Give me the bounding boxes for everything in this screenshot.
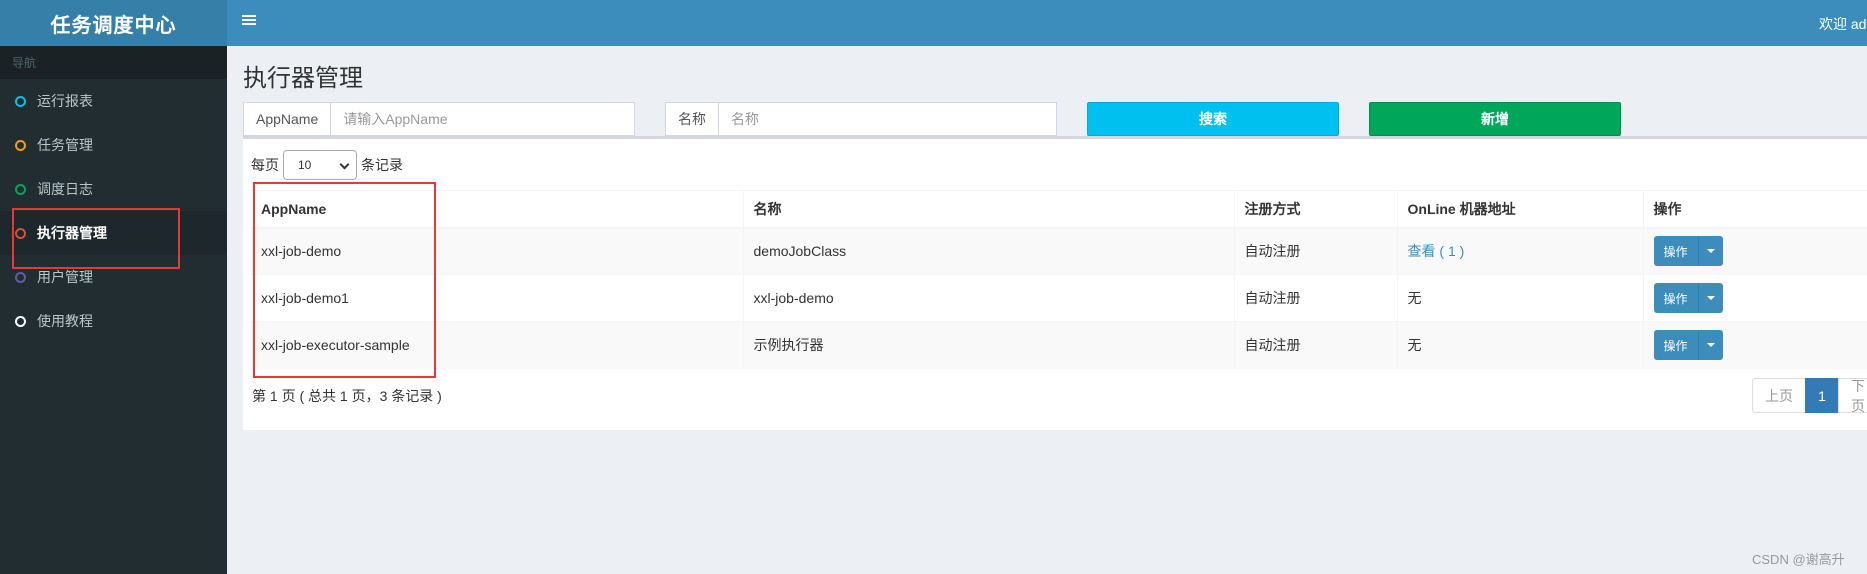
- operation-dropdown[interactable]: 操作: [1653, 283, 1723, 313]
- sidebar-item-logs[interactable]: 调度日志: [0, 167, 227, 211]
- circle-icon: [15, 95, 26, 107]
- highlight-box-nav: [12, 208, 180, 269]
- highlight-box-appname-column: [253, 182, 436, 378]
- name-input[interactable]: [719, 103, 1056, 135]
- col-name[interactable]: 名称: [742, 190, 1234, 229]
- cell-register-type: 自动注册: [1233, 227, 1397, 275]
- top-navbar: 欢迎 adı: [227, 0, 1867, 46]
- page-length: 每页 10 条记录: [251, 150, 403, 180]
- pagination: 上页 1 下页: [1752, 378, 1867, 413]
- cell-online: 无: [1396, 321, 1643, 369]
- appname-input[interactable]: [331, 103, 634, 135]
- length-select[interactable]: 10: [283, 150, 357, 180]
- circle-icon: [15, 315, 26, 327]
- sidebar-item-label: 调度日志: [37, 181, 93, 197]
- table-row: xxl-job-demo demoJobClass 自动注册 查看 ( 1 ) …: [251, 227, 1867, 275]
- table-header-row: AppName 名称 注册方式 OnLine 机器地址 操作: [251, 190, 1867, 229]
- welcome-user[interactable]: 欢迎 adı: [1819, 14, 1867, 34]
- sidebar-item-label: 用户管理: [37, 269, 93, 285]
- name-label: 名称: [666, 103, 719, 135]
- cell-register-type: 自动注册: [1233, 321, 1397, 369]
- operation-dropdown[interactable]: 操作: [1653, 236, 1723, 267]
- appname-label: AppName: [244, 103, 332, 135]
- cell-operation: 操作: [1642, 321, 1867, 369]
- search-button[interactable]: 搜索: [1087, 102, 1339, 136]
- length-prefix: 每页: [251, 157, 279, 173]
- caret-down-icon[interactable]: [1698, 283, 1723, 313]
- length-value: 10: [298, 158, 312, 172]
- cell-name: demoJobClass: [742, 227, 1234, 275]
- nav-header: 导航: [0, 46, 227, 79]
- sidebar: 任务调度中心 导航 运行报表 任务管理 调度日志 执行器管理 用户管理 使用教程: [0, 0, 227, 574]
- menu-toggle-icon[interactable]: [242, 13, 256, 27]
- sidebar-item-label: 任务管理: [37, 137, 93, 153]
- cell-operation: 操作: [1642, 274, 1867, 322]
- table-info: 第 1 页 ( 总共 1 页，3 条记录 ): [252, 388, 442, 404]
- name-filter: 名称: [665, 102, 1057, 136]
- sidebar-item-label: 运行报表: [37, 93, 93, 109]
- page-title: 执行器管理: [243, 65, 363, 92]
- length-suffix: 条记录: [361, 157, 403, 173]
- operation-dropdown[interactable]: 操作: [1653, 330, 1723, 361]
- cell-name: xxl-job-demo: [742, 274, 1234, 322]
- add-button[interactable]: 新增: [1369, 102, 1621, 136]
- view-online-link[interactable]: 查看 ( 1 ): [1408, 243, 1465, 259]
- operation-button[interactable]: 操作: [1653, 283, 1699, 313]
- prev-page-button[interactable]: 上页: [1752, 378, 1806, 413]
- next-page-button[interactable]: 下页: [1838, 378, 1867, 413]
- sidebar-item-report[interactable]: 运行报表: [0, 79, 227, 123]
- sidebar-item-help[interactable]: 使用教程: [0, 299, 227, 343]
- cell-online: 无: [1396, 274, 1643, 322]
- cell-operation: 操作: [1642, 227, 1867, 275]
- sidebar-item-jobs[interactable]: 任务管理: [0, 123, 227, 167]
- cell-name: 示例执行器: [742, 321, 1234, 369]
- cell-online: 查看 ( 1 ): [1396, 227, 1643, 275]
- brand-title[interactable]: 任务调度中心: [0, 0, 227, 46]
- circle-icon: [15, 139, 26, 151]
- caret-down-icon[interactable]: [1698, 330, 1723, 361]
- operation-button[interactable]: 操作: [1653, 330, 1699, 361]
- circle-icon: [15, 271, 26, 283]
- circle-icon: [15, 183, 26, 195]
- col-register-type[interactable]: 注册方式: [1233, 190, 1397, 229]
- appname-filter: AppName: [243, 102, 635, 136]
- current-page-button[interactable]: 1: [1805, 378, 1839, 413]
- caret-down-icon[interactable]: [1698, 236, 1723, 267]
- table-row: xxl-job-executor-sample 示例执行器 自动注册 无 操作: [251, 321, 1867, 369]
- col-online-address[interactable]: OnLine 机器地址: [1396, 190, 1643, 229]
- operation-button[interactable]: 操作: [1653, 236, 1699, 267]
- sidebar-item-label: 使用教程: [37, 313, 93, 329]
- chevron-down-icon: [339, 159, 350, 170]
- table-row: xxl-job-demo1 xxl-job-demo 自动注册 无 操作: [251, 274, 1867, 322]
- col-operation: 操作: [1642, 190, 1867, 229]
- executor-table: AppName 名称 注册方式 OnLine 机器地址 操作 xxl-job-d…: [251, 190, 1867, 369]
- cell-register-type: 自动注册: [1233, 274, 1397, 322]
- watermark: CSDN @谢高升: [1752, 552, 1845, 567]
